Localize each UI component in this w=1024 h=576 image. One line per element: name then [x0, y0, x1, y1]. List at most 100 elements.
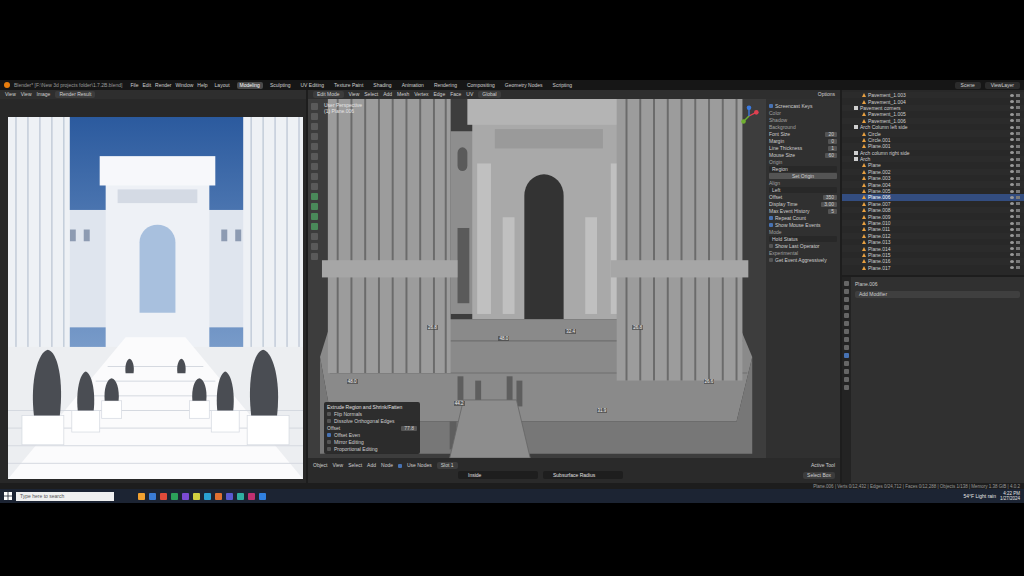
windows-start-icon[interactable] [4, 492, 12, 500]
camera-icon[interactable] [1016, 228, 1020, 231]
number-field[interactable]: 60 [825, 153, 837, 158]
camera-icon[interactable] [1016, 215, 1020, 218]
menu-item[interactable]: View [21, 91, 32, 98]
app-icon[interactable] [160, 493, 167, 500]
checkbox[interactable] [769, 258, 773, 262]
eye-icon[interactable] [1010, 100, 1014, 103]
blender-logo-icon[interactable] [4, 82, 10, 88]
number-field[interactable]: 20 [825, 132, 837, 137]
properties-tab-icon[interactable] [844, 385, 849, 390]
tool-icon[interactable] [311, 183, 318, 190]
scene-field[interactable]: Scene [955, 82, 981, 89]
workspace-tab[interactable]: Compositing [464, 82, 498, 89]
camera-icon[interactable] [1016, 241, 1020, 244]
app-icon[interactable] [237, 493, 244, 500]
eye-icon[interactable] [1010, 132, 1014, 135]
clock[interactable]: 4:22 PM1/27/2024 [1000, 491, 1020, 502]
menu-item[interactable]: Face [450, 91, 461, 98]
properties-tab-icon[interactable] [844, 361, 849, 366]
tool-icon[interactable] [311, 253, 318, 260]
eye-icon[interactable] [1010, 138, 1014, 141]
camera-icon[interactable] [1016, 151, 1020, 154]
menu-item[interactable]: File [130, 82, 138, 89]
menu-item[interactable]: Select [348, 462, 362, 469]
properties-tab-icon[interactable] [844, 281, 849, 286]
eye-icon[interactable] [1010, 253, 1014, 256]
camera-icon[interactable] [1016, 234, 1020, 237]
camera-icon[interactable] [1016, 190, 1020, 193]
eye-icon[interactable] [1010, 113, 1014, 116]
camera-icon[interactable] [1016, 222, 1020, 225]
menu-item[interactable]: Render [155, 82, 171, 89]
camera-icon[interactable] [1016, 247, 1020, 250]
weather[interactable]: 54°F Light rain [963, 493, 996, 499]
camera-icon[interactable] [1016, 196, 1020, 199]
checkbox[interactable] [769, 223, 773, 227]
camera-icon[interactable] [1016, 113, 1020, 116]
outliner-row[interactable]: Plane.012 [842, 233, 1024, 239]
properties-tab-icon[interactable] [844, 321, 849, 326]
menu-item[interactable]: View [349, 91, 360, 98]
camera-icon[interactable] [1016, 260, 1020, 263]
camera-icon[interactable] [1016, 132, 1020, 135]
outliner-row[interactable]: Plane.008 [842, 207, 1024, 213]
camera-icon[interactable] [1016, 106, 1020, 109]
app-icon[interactable] [248, 493, 255, 500]
dropdown[interactable]: Hold Status [769, 236, 837, 242]
tool-icon[interactable] [311, 103, 318, 110]
tool-icon[interactable] [311, 213, 318, 220]
number-field[interactable]: 350 [823, 195, 837, 200]
camera-icon[interactable] [1016, 253, 1020, 256]
checkbox[interactable] [769, 104, 773, 108]
checkbox[interactable] [769, 244, 773, 248]
options-menu[interactable]: Options [818, 91, 835, 98]
eye-icon[interactable] [1010, 183, 1014, 186]
tool-icon[interactable] [311, 203, 318, 210]
eye-icon[interactable] [1010, 158, 1014, 161]
image-slot-field[interactable]: Render Result [55, 91, 95, 98]
outliner-row[interactable]: Pavement_1.006 [842, 118, 1024, 124]
menu-item[interactable]: UV [466, 91, 473, 98]
tool-icon[interactable] [311, 143, 318, 150]
outliner-row[interactable]: Circle [842, 130, 1024, 136]
number-field[interactable]: 5 [828, 209, 837, 214]
checkbox[interactable] [398, 464, 402, 468]
menu-item[interactable]: Add [383, 91, 392, 98]
menu-item[interactable]: Select [364, 91, 378, 98]
workspace-tab[interactable]: Scripting [550, 82, 575, 89]
workspace-tab[interactable]: Geometry Nodes [502, 82, 546, 89]
viewport-canvas[interactable]: User Perspective(1) Plane.00626.848.032.… [320, 99, 766, 458]
tool-icon[interactable] [311, 133, 318, 140]
tool-icon[interactable] [311, 163, 318, 170]
tool-icon[interactable] [311, 233, 318, 240]
outliner-row[interactable]: Plane.004 [842, 181, 1024, 187]
camera-icon[interactable] [1016, 126, 1020, 129]
tool-icon[interactable] [311, 223, 318, 230]
camera-icon[interactable] [1016, 209, 1020, 212]
operator-title[interactable]: Extrude Region and Shrink/Fatten [327, 404, 417, 410]
view-layer-field[interactable]: ViewLayer [985, 82, 1020, 89]
checkbox[interactable] [769, 216, 773, 220]
camera-icon[interactable] [1016, 202, 1020, 205]
eye-icon[interactable] [1010, 126, 1014, 129]
eye-icon[interactable] [1010, 266, 1014, 269]
menu-item[interactable]: View [5, 91, 16, 98]
workspace-tab[interactable]: UV Editing [297, 82, 327, 89]
properties-tab-icon[interactable] [844, 377, 849, 382]
menu-item[interactable]: Window [176, 82, 194, 89]
axis-gizmo-icon[interactable] [738, 105, 760, 127]
eye-icon[interactable] [1010, 260, 1014, 263]
select-box-tool[interactable]: Select Box [803, 472, 835, 479]
number-field[interactable]: 0 [828, 139, 837, 144]
camera-icon[interactable] [1016, 119, 1020, 122]
menu-item[interactable]: Add [367, 462, 376, 469]
node-field[interactable]: Subsurface Radius [543, 471, 623, 479]
add-modifier-button[interactable]: Add Modifier [855, 291, 1020, 298]
orientation-select[interactable]: Global [478, 91, 500, 98]
number-field[interactable]: 1 [828, 146, 837, 151]
eye-icon[interactable] [1010, 119, 1014, 122]
workspace-tab[interactable]: Layout [212, 82, 233, 89]
properties-tab-icon[interactable] [844, 305, 849, 310]
mode-select[interactable]: Edit Mode [313, 91, 344, 98]
menu-item[interactable]: View [332, 462, 343, 469]
